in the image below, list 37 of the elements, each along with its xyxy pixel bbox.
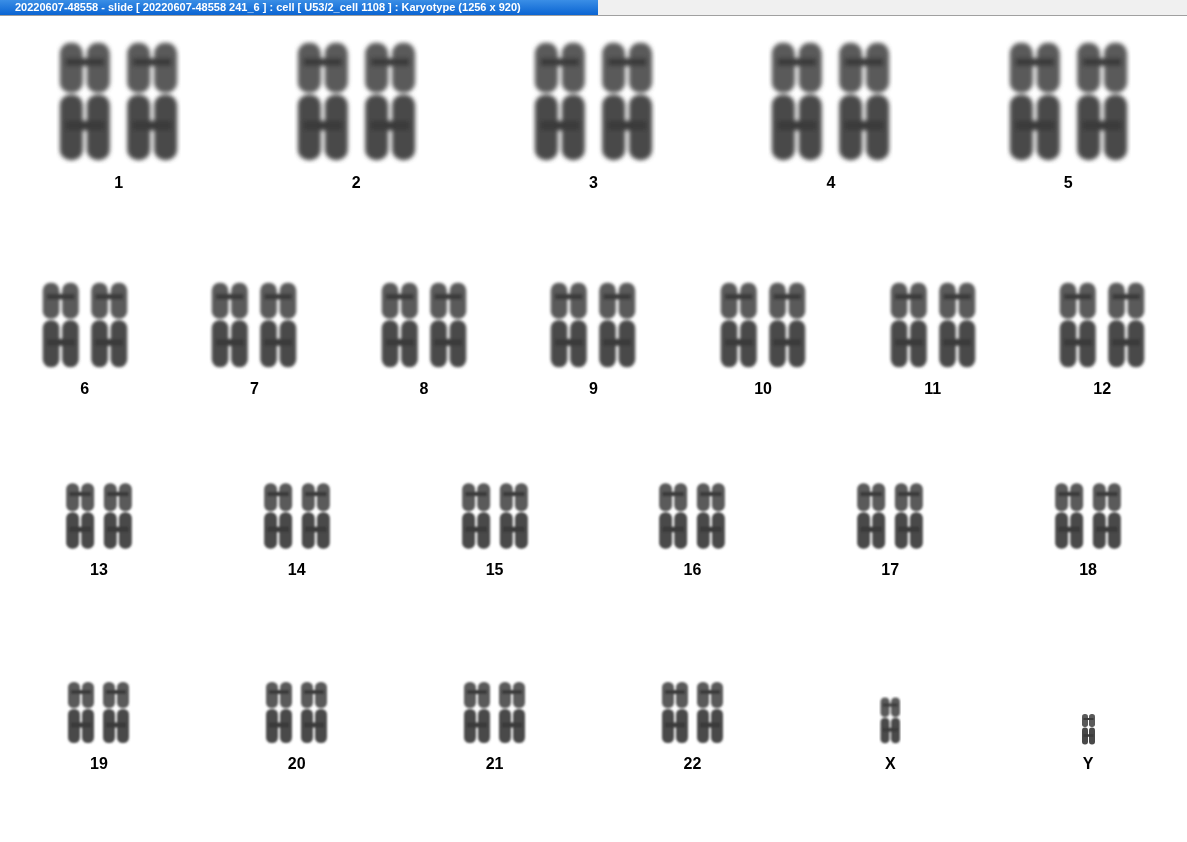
chromosome-label: 4 <box>826 174 836 192</box>
chromosome-label: 12 <box>1093 380 1112 398</box>
chromosome-label: 19 <box>90 755 108 773</box>
chromosome-drawing <box>1053 481 1124 551</box>
chromosome-label: 11 <box>924 380 942 398</box>
chromosome-label: 20 <box>287 755 306 773</box>
chromosome-drawing <box>63 481 134 551</box>
chromosome-drawing <box>1080 712 1096 745</box>
chromosome-label: 21 <box>485 755 504 773</box>
chromosome-drawing <box>879 696 902 745</box>
chromosome-label: 14 <box>287 561 306 579</box>
chromosome-label: 15 <box>485 561 504 579</box>
chromosome-label: 17 <box>881 561 900 579</box>
window-title: 20220607-48558 - slide [ 20220607-48558 241_6 ] : cell [ U53/2_cell 1108 ] : Karyotype (1256 x 920) <box>0 0 598 15</box>
chromosome-drawing <box>462 680 528 745</box>
chromosome-drawing <box>659 680 725 745</box>
chromosome-label: 8 <box>419 380 429 398</box>
chromosome-label: X <box>884 755 896 773</box>
chromosome-label: 10 <box>754 380 772 398</box>
chromosome-label: 6 <box>80 380 90 398</box>
chromosome-drawing <box>855 481 926 551</box>
chromosome-label: 7 <box>249 380 259 398</box>
chromosome-label: Y <box>1082 755 1094 773</box>
chromosome-label: 9 <box>589 380 598 398</box>
chromosome-label: 1 <box>114 174 124 192</box>
chromosome-drawing <box>66 680 132 745</box>
chromosome-drawing <box>261 481 332 551</box>
chromosome-drawing <box>264 680 330 745</box>
chromosome-label: 22 <box>683 755 702 773</box>
chromosome-label: 2 <box>351 174 361 192</box>
chromosome-label: 18 <box>1079 561 1097 579</box>
chromosome-label: 16 <box>683 561 702 579</box>
chromosome-label: 5 <box>1063 174 1073 192</box>
chromosome-label: 3 <box>589 174 598 192</box>
chromosome-label: 13 <box>90 561 108 579</box>
chromosome-drawing <box>459 481 530 551</box>
chromosome-drawing <box>657 481 728 551</box>
